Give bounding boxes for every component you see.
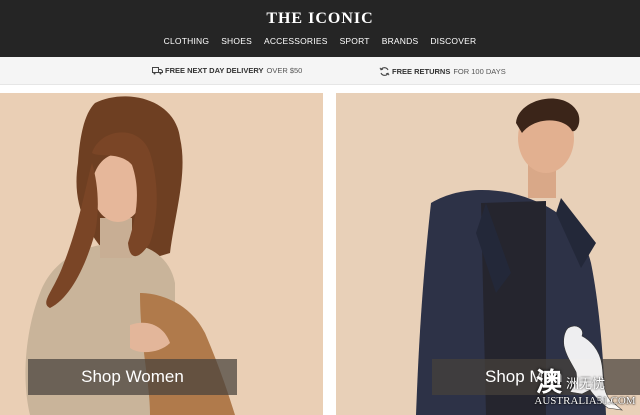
watermark-text: AUSTRALIA51.COM bbox=[534, 395, 636, 407]
promo-returns-title: FREE RETURNS bbox=[392, 67, 451, 76]
site-logo[interactable]: THE ICONIC bbox=[0, 10, 640, 28]
promo-returns[interactable]: FREE RETURNS FOR 100 DAYS bbox=[379, 66, 506, 77]
watermark-chinese-text: 洲无忧 bbox=[566, 376, 606, 391]
promo-returns-detail: FOR 100 DAYS bbox=[453, 67, 506, 76]
promo-delivery-title: FREE NEXT DAY DELIVERY bbox=[165, 66, 264, 75]
watermark-glyph: 澳 bbox=[536, 367, 563, 397]
nav-item-sport[interactable]: SPORT bbox=[340, 36, 370, 46]
truck-icon bbox=[152, 67, 163, 75]
nav-item-clothing[interactable]: CLOTHING bbox=[164, 36, 210, 46]
shop-women-button[interactable]: Shop Women bbox=[28, 359, 237, 395]
refresh-icon bbox=[379, 67, 390, 76]
site-header: THE ICONIC CLOTHING SHOES ACCESSORIES SP… bbox=[0, 0, 640, 57]
promo-delivery-detail: OVER $50 bbox=[266, 66, 303, 75]
nav-item-discover[interactable]: DISCOVER bbox=[430, 36, 476, 46]
nav-item-accessories[interactable]: ACCESSORIES bbox=[264, 36, 328, 46]
nav-item-brands[interactable]: BRANDS bbox=[382, 36, 419, 46]
promo-bar: FREE NEXT DAY DELIVERY OVER $50 FREE RET… bbox=[0, 57, 640, 85]
promo-delivery[interactable]: FREE NEXT DAY DELIVERY OVER $50 bbox=[152, 66, 302, 75]
nav-item-shoes[interactable]: SHOES bbox=[221, 36, 252, 46]
main-nav: CLOTHING SHOES ACCESSORIES SPORT BRANDS … bbox=[0, 36, 640, 46]
